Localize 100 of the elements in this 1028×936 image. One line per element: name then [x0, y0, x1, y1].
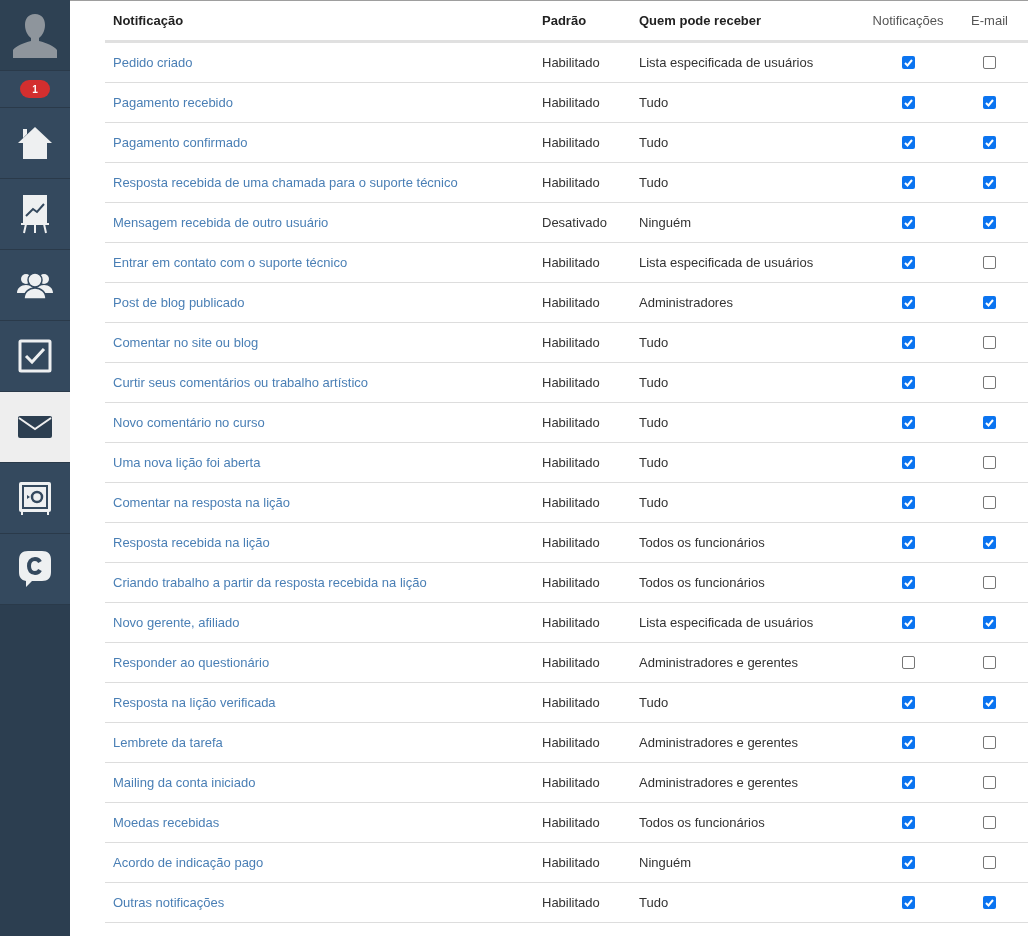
checkbox[interactable]	[983, 376, 996, 389]
checkbox[interactable]	[983, 256, 996, 269]
checkbox[interactable]	[983, 416, 996, 429]
checkbox[interactable]	[901, 96, 915, 109]
notification-link[interactable]: Novo gerente, afiliado	[105, 612, 534, 633]
checkbox[interactable]	[901, 456, 915, 469]
notification-count-badge: 1	[20, 80, 50, 98]
checkbox[interactable]	[983, 856, 996, 869]
checkbox[interactable]	[983, 136, 996, 149]
checkbox[interactable]	[983, 696, 996, 709]
notification-link[interactable]: Lembrete da tarefa	[105, 732, 534, 753]
checkbox[interactable]	[901, 376, 915, 389]
table-cell-text: Lista especificada de usuários	[638, 253, 815, 272]
checkbox[interactable]	[983, 456, 996, 469]
checkbox[interactable]	[983, 816, 996, 829]
checkbox[interactable]	[901, 536, 915, 549]
notification-link[interactable]: Pagamento confirmado	[105, 132, 534, 153]
checkbox[interactable]	[983, 536, 996, 549]
table-cell-text: Ninguém	[638, 213, 693, 232]
checkbox[interactable]	[901, 136, 915, 149]
checkbox[interactable]	[901, 176, 915, 189]
checkbox[interactable]	[901, 776, 915, 789]
column-header: Notificação	[112, 11, 185, 30]
notification-link[interactable]: Moedas recebidas	[105, 812, 534, 833]
table-cell-text: Habilitado	[541, 413, 601, 432]
mail-icon	[18, 416, 52, 438]
table-cell-text: Habilitado	[541, 93, 601, 112]
checkbox[interactable]	[901, 336, 915, 349]
notification-link[interactable]: Resposta na lição verificada	[105, 692, 534, 713]
notification-link[interactable]: Criando trabalho a partir da resposta recebida na lição	[105, 572, 534, 593]
checkbox[interactable]	[901, 696, 915, 709]
notification-link[interactable]: Entrar em contato com o suporte técnico	[105, 252, 534, 273]
checkbox[interactable]	[983, 56, 996, 69]
checkbox[interactable]	[901, 816, 915, 829]
checkbox[interactable]	[983, 896, 996, 909]
table-cell-text: Tudo	[638, 413, 670, 432]
notification-link[interactable]: Post de blog publicado	[105, 292, 534, 313]
table-cell-text: Habilitado	[541, 173, 601, 192]
table-cell-text: Habilitado	[541, 493, 601, 512]
notification-link[interactable]: Pedido criado	[105, 52, 534, 73]
notification-link[interactable]: Acordo de indicação pago	[105, 852, 534, 873]
badge-row[interactable]: 1	[0, 71, 70, 108]
checkbox[interactable]	[901, 616, 915, 629]
checkbox[interactable]	[901, 896, 915, 909]
notification-link[interactable]: Novo comentário no curso	[105, 412, 534, 433]
sidebar-item[interactable]	[0, 534, 70, 605]
checkbox[interactable]	[901, 56, 915, 69]
notification-link[interactable]: Mailing da conta iniciado	[105, 772, 534, 793]
checkbox[interactable]	[901, 256, 915, 269]
sidebar-item[interactable]	[0, 463, 70, 534]
column-header: Quem pode receber	[638, 11, 763, 30]
sidebar-item[interactable]	[0, 179, 70, 250]
checkbox[interactable]	[901, 856, 915, 869]
checkbox[interactable]	[901, 576, 915, 589]
table-cell-text: Habilitado	[541, 253, 601, 272]
checkbox-icon	[18, 339, 52, 373]
notification-link[interactable]: Mensagem recebida de outro usuário	[105, 212, 534, 233]
table-cell-text: Habilitado	[541, 573, 601, 592]
column-header: E-mail	[970, 11, 1009, 30]
notification-link[interactable]: Responder ao questionário	[105, 652, 534, 673]
checkbox[interactable]	[983, 496, 996, 509]
notification-link[interactable]: Comentar na resposta na lição	[105, 492, 534, 513]
checkbox[interactable]	[983, 296, 996, 309]
table-cell-text: Administradores e gerentes	[638, 733, 799, 752]
users-group-icon	[17, 271, 53, 299]
sidebar-item[interactable]	[0, 108, 70, 179]
notification-link[interactable]: Resposta recebida na lição	[105, 532, 534, 553]
table-cell-text: Habilitado	[541, 813, 601, 832]
home-icon	[17, 126, 53, 160]
checkbox[interactable]	[983, 736, 996, 749]
checkbox[interactable]	[983, 576, 996, 589]
table-cell-text: Desativado	[541, 213, 609, 232]
sidebar-item[interactable]	[0, 392, 70, 463]
checkbox[interactable]	[983, 656, 996, 669]
table-cell-text: Habilitado	[541, 693, 601, 712]
column-header: Padrão	[541, 11, 588, 30]
checkbox[interactable]	[901, 656, 915, 669]
checkbox[interactable]	[983, 776, 996, 789]
checkbox[interactable]	[901, 736, 915, 749]
notification-link[interactable]: Uma nova lição foi aberta	[105, 452, 534, 473]
notification-link[interactable]: Resposta recebida de uma chamada para o suporte técnico	[105, 172, 534, 193]
table-cell-text: Tudo	[638, 893, 670, 912]
checkbox[interactable]	[983, 616, 996, 629]
table-cell-text: Administradores e gerentes	[638, 653, 799, 672]
checkbox[interactable]	[901, 296, 915, 309]
table-cell-text: Tudo	[638, 333, 670, 352]
checkbox[interactable]	[983, 96, 996, 109]
notification-link[interactable]: Outras notificações	[105, 892, 534, 913]
notification-link[interactable]: Comentar no site ou blog	[105, 332, 534, 353]
checkbox[interactable]	[983, 176, 996, 189]
checkbox[interactable]	[983, 336, 996, 349]
checkbox[interactable]	[983, 216, 996, 229]
table-cell-text: Tudo	[638, 493, 670, 512]
sidebar-item[interactable]	[0, 250, 70, 321]
sidebar-item[interactable]	[0, 321, 70, 392]
notification-link[interactable]: Pagamento recebido	[105, 92, 534, 113]
notification-link[interactable]: Curtir seus comentários ou trabalho artístico	[105, 372, 534, 393]
checkbox[interactable]	[901, 496, 915, 509]
checkbox[interactable]	[901, 416, 915, 429]
checkbox[interactable]	[901, 216, 915, 229]
